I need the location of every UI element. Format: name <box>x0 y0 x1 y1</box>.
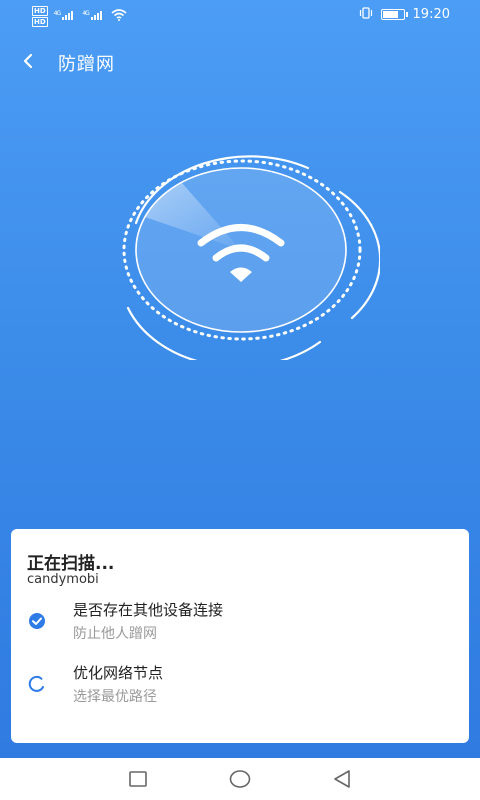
network-type-1: 4G <box>53 10 62 17</box>
recent-apps-icon <box>129 771 147 787</box>
task-title: 优化网络节点 <box>73 664 164 682</box>
battery-icon <box>380 9 408 20</box>
page-title: 防蹭网 <box>58 54 115 75</box>
hd-top-label: HD <box>32 6 48 16</box>
system-navbar <box>0 758 480 800</box>
scan-card: 正在扫描... candymobi 是否存在其他设备连接 防止他人蹭网 优化网络… <box>11 529 469 743</box>
app-header: 防蹭网 <box>0 44 480 80</box>
wifi-status-icon <box>111 8 127 25</box>
signal-1-icon: 4G <box>54 10 77 23</box>
chevron-left-icon <box>23 53 33 69</box>
scan-radar <box>120 150 382 368</box>
recent-apps-button[interactable] <box>127 768 149 790</box>
clock: 19:20 <box>412 7 450 22</box>
hd-indicator: HD HD <box>32 6 48 27</box>
status-right: 19:20 <box>359 7 450 22</box>
signal-2-icon: 4G <box>82 10 105 23</box>
back-button[interactable] <box>14 46 42 76</box>
task-item-devices: 是否存在其他设备连接 防止他人蹭网 <box>27 599 447 647</box>
task-item-optimize: 优化网络节点 选择最优路径 <box>27 662 447 710</box>
vibrate-icon <box>359 7 373 22</box>
nav-back-button[interactable] <box>331 768 353 790</box>
network-name: candymobi <box>27 572 99 587</box>
home-icon <box>229 770 251 788</box>
spinner-icon <box>27 674 47 694</box>
task-title: 是否存在其他设备连接 <box>73 601 224 619</box>
status-left: HD HD 4G 4G <box>32 6 127 27</box>
hd-bottom-label: HD <box>32 17 48 27</box>
scan-status-title: 正在扫描... <box>27 554 115 574</box>
check-circle-icon <box>27 611 47 631</box>
battery-level <box>382 11 398 18</box>
status-bar: HD HD 4G 4G 19:20 <box>0 0 480 30</box>
network-type-2: 4G <box>82 10 90 17</box>
home-button[interactable] <box>229 768 251 790</box>
back-triangle-icon <box>334 770 350 788</box>
task-desc: 防止他人蹭网 <box>73 626 157 642</box>
radar-graphic <box>122 155 382 368</box>
task-desc: 选择最优路径 <box>73 689 157 705</box>
